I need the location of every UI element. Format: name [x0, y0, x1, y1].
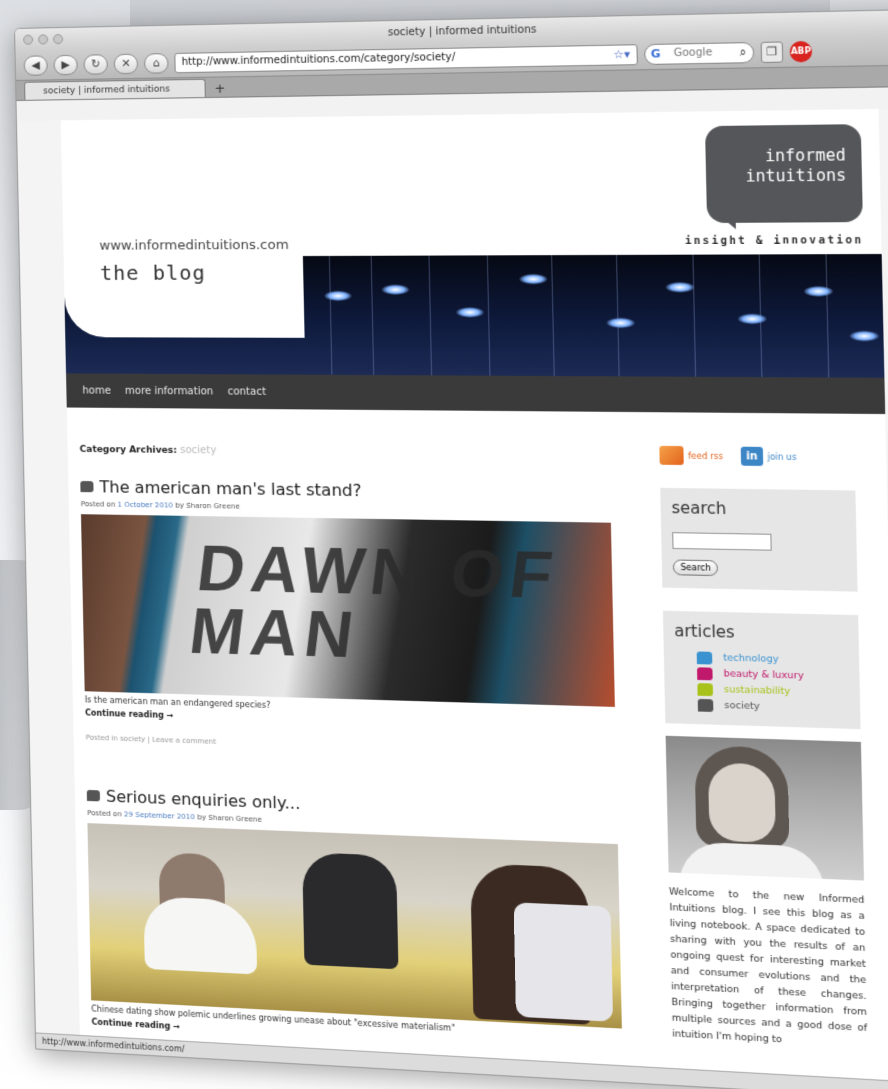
site-header: www.informedintuitions.com the blog info… — [61, 109, 886, 418]
join-us-link[interactable]: in join us — [740, 446, 797, 467]
search-input[interactable] — [672, 532, 772, 551]
home-icon: ⌂ — [152, 56, 160, 70]
category-label: Category Archives: — [79, 444, 178, 456]
post: The american man's last stand? Posted on… — [80, 477, 618, 759]
sidebar: feed rss in join us search Search article… — [659, 445, 868, 1054]
minimize-window-button[interactable] — [38, 34, 49, 45]
forward-button[interactable]: ▶ — [53, 54, 78, 75]
main-nav: home more information contact — [66, 373, 886, 415]
search-button[interactable]: Search — [672, 559, 719, 577]
category-label: technology — [723, 653, 779, 666]
address-bar[interactable]: http://www.informedintuitions.com/catego… — [174, 43, 638, 73]
category-heading: Category Archives: society — [80, 444, 612, 461]
search-heading: search — [671, 498, 727, 519]
page-viewport: www.informedintuitions.com the blog info… — [16, 108, 888, 1089]
search-box[interactable]: G Google ⌕ — [643, 41, 755, 65]
reflection — [60, 1030, 840, 1089]
category-label: society — [724, 700, 760, 713]
post-image[interactable] — [87, 823, 622, 1029]
category-name: society — [179, 444, 217, 457]
linkedin-icon: in — [740, 446, 764, 466]
articles-heading: articles — [674, 621, 735, 642]
search-widget: search Search — [660, 487, 858, 592]
stop-icon: ✕ — [121, 56, 131, 71]
speech-bubble-icon — [80, 481, 94, 493]
article-category-society[interactable]: society — [697, 698, 849, 716]
category-swatch-icon — [697, 698, 714, 712]
blog-title: the blog — [99, 260, 207, 285]
zoom-window-button[interactable] — [52, 33, 64, 45]
google-icon: G — [650, 46, 661, 61]
articles-widget: articles technology beauty & luxury sustai… — [662, 610, 861, 730]
intro-text: Welcome to the new Informed Intuitions b… — [668, 887, 868, 1046]
logo-tail — [715, 212, 736, 230]
window-title: society | informed intuitions — [387, 23, 537, 39]
forward-icon: ▶ — [61, 57, 70, 72]
post: Serious enquiries only... Posted on 29 S… — [86, 786, 625, 1056]
post-date[interactable]: 1 October 2010 — [117, 501, 173, 510]
back-button[interactable]: ◀ — [23, 54, 48, 76]
stop-button[interactable]: ✕ — [113, 53, 139, 74]
post-date[interactable]: 29 September 2010 — [124, 810, 195, 821]
feed-rss-link[interactable]: feed rss — [659, 445, 723, 466]
article-category-sustainability[interactable]: sustainability — [697, 683, 848, 700]
bookmark-star-icon[interactable]: ☆▾ — [613, 47, 630, 61]
search-icon[interactable]: ⌕ — [739, 45, 746, 60]
web-page: www.informedintuitions.com the blog info… — [60, 108, 888, 1089]
logo-line-2: intuitions — [745, 165, 847, 186]
nav-home[interactable]: home — [82, 385, 111, 396]
category-swatch-icon — [697, 683, 714, 697]
category-label: beauty & luxury — [723, 669, 804, 682]
category-label: sustainability — [723, 684, 791, 698]
logo-line-1: informed — [764, 145, 846, 166]
category-swatch-icon — [696, 651, 713, 665]
home-button[interactable]: ⌂ — [143, 52, 169, 74]
post-title[interactable]: The american man's last stand? — [80, 477, 612, 504]
article-category-beauty-luxury[interactable]: beauty & luxury — [697, 667, 848, 684]
nav-more-information[interactable]: more information — [125, 385, 213, 397]
tab-title: society | informed intuitions — [43, 83, 171, 97]
window-controls — [23, 33, 64, 45]
post-image[interactable]: DAWN OF MAN — [80, 514, 615, 707]
author-photo — [665, 735, 864, 881]
reload-button[interactable]: ↻ — [83, 53, 108, 75]
article-category-list: technology beauty & luxury sustainability s… — [675, 651, 849, 716]
new-tab-button[interactable]: + — [210, 80, 231, 97]
post-image-text: DAWN OF MAN — [185, 531, 564, 672]
main-content: Category Archives: society The american … — [80, 444, 625, 1056]
site-logo[interactable]: informed intuitions — [704, 124, 863, 224]
close-window-button[interactable] — [23, 34, 34, 45]
adblock-icon[interactable]: ABP — [789, 40, 813, 62]
back-icon: ◀ — [31, 58, 41, 72]
tagline: insight & innovation — [684, 234, 864, 248]
post-footer: Posted in society | Leave a comment — [85, 733, 217, 746]
nav-contact[interactable]: contact — [227, 386, 266, 397]
tab-society[interactable]: society | informed intuitions — [24, 78, 206, 100]
rss-icon — [659, 445, 684, 466]
social-links: feed rss in join us — [659, 445, 855, 467]
site-url[interactable]: www.informedintuitions.com — [99, 238, 289, 254]
browser-window: society | informed intuitions ◀ ▶ ↻ ✕ ⌂ … — [14, 8, 888, 1089]
category-swatch-icon — [697, 667, 713, 681]
url-text: http://www.informedintuitions.com/catego… — [181, 51, 456, 69]
article-category-technology[interactable]: technology — [696, 651, 848, 668]
window-icon[interactable]: ❐ — [760, 40, 784, 63]
speech-bubble-icon — [86, 789, 101, 802]
reload-icon: ↻ — [90, 57, 101, 71]
search-placeholder: Google — [673, 46, 713, 60]
